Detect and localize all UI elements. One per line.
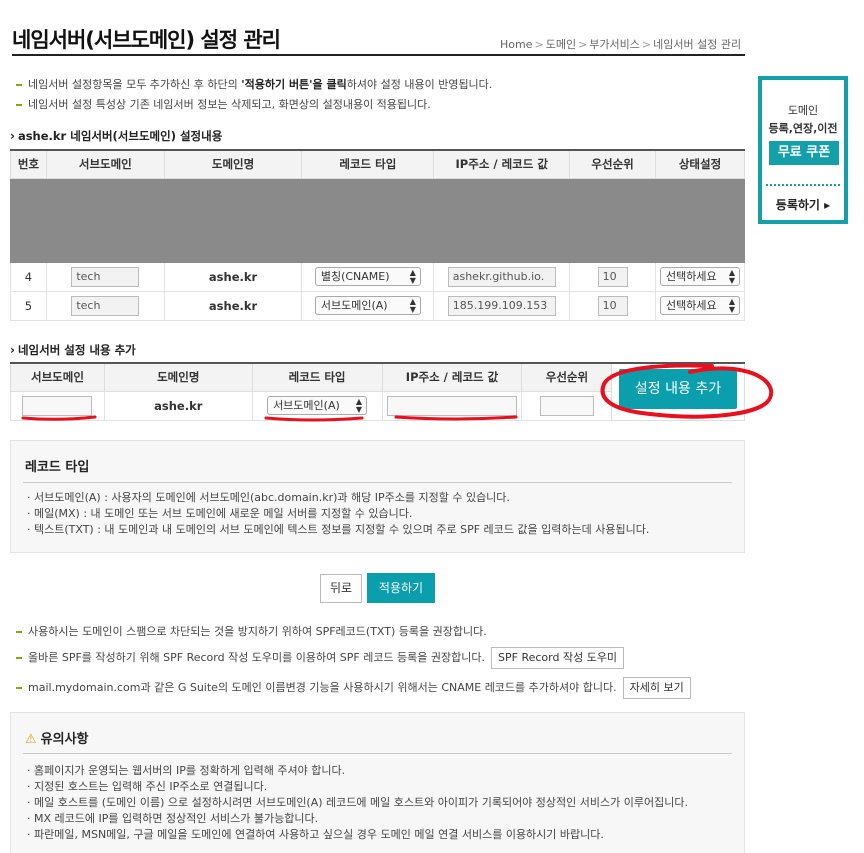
redacted-row — [10, 177, 745, 207]
redacted-row — [10, 233, 745, 263]
spf-helper-button[interactable]: SPF Record 작성 도우미 — [491, 647, 625, 669]
current-settings-heading: ashe.kr 네임서버(서브도메인) 설정내용 — [10, 128, 222, 144]
status-select[interactable]: 선택하세요 ▲ ▼ — [659, 267, 740, 286]
select-arrows-icon: ▲ ▼ — [409, 297, 416, 314]
select-arrows-icon: ▲ ▼ — [728, 297, 735, 314]
add-col-priority: 우선순위 — [521, 362, 613, 392]
coupon-line2: 등록,연장,이전 — [768, 122, 838, 135]
new-domain-name: ashe.kr — [103, 390, 253, 421]
notice-item: 네임서버 설정 특성상 기존 네임서버 정보는 삭제되고, 화면상의 설정내용이… — [16, 95, 492, 115]
breadcrumb-domain[interactable]: 도메인 — [546, 38, 576, 51]
breadcrumb-home[interactable]: Home — [500, 38, 532, 51]
domain-name: ashe.kr — [163, 290, 303, 321]
add-settings-heading: 네임서버 설정 내용 추가 — [10, 342, 136, 358]
table-row: 4 tech ashe.kr 별칭(CNAME) ▲ ▼ ashekr.github… — [10, 261, 746, 292]
coupon-register-link[interactable]: 등록하기 ▸ — [762, 196, 844, 213]
col-record-type: 레코드 타입 — [301, 149, 435, 179]
breadcrumb-current: 네임서버 설정 관리 — [653, 38, 742, 51]
new-priority-input[interactable] — [539, 395, 594, 416]
subdomain-input[interactable]: tech — [71, 266, 140, 287]
coupon-divider — [766, 184, 840, 186]
caution-item: · 파란메일, MSN메일, 구글 메일을 도메인에 연결하여 사용하고 싶으실… — [27, 828, 604, 841]
add-col-subdomain: 서브도메인 — [10, 362, 105, 392]
notice-item: 네임서버 설정항목을 모두 추가하신 후 하단의 '적용하기 버튼'을 클릭하셔… — [16, 75, 492, 95]
title-divider — [12, 54, 745, 56]
record-type-select[interactable]: 별칭(CNAME) ▲ ▼ — [314, 267, 421, 286]
col-priority: 우선순위 — [569, 149, 656, 179]
record-value-input[interactable]: 185.199.109.153 — [447, 295, 556, 316]
coupon-badge: 무료 쿠폰 — [769, 141, 839, 165]
record-value-input[interactable]: ashekr.github.io. — [447, 266, 556, 287]
add-col-record-value: IP주소 / 레코드 값 — [381, 362, 523, 392]
apply-button[interactable]: 적용하기 — [367, 573, 435, 603]
priority-input[interactable]: 10 — [597, 266, 628, 287]
domain-name: ashe.kr — [163, 261, 303, 292]
caution-item: · 메일 호스트를 (도메인 이름) 으로 설정하시려면 서브도메인(A) 레코… — [27, 796, 688, 809]
record-type-info-title: 레코드 타입 — [25, 460, 90, 475]
select-arrows-icon: ▲ ▼ — [728, 268, 735, 285]
details-button[interactable]: 자세히 보기 — [622, 677, 691, 699]
new-subdomain-input[interactable] — [22, 395, 93, 416]
caution-item: · 홈페이지가 운영되는 웹서버의 IP를 정확하게 입력해 주셔야 합니다. — [27, 764, 346, 777]
redacted-row — [10, 205, 745, 235]
tip-item: 올바른 SPF를 작성하기 위해 SPF Record 작성 도우미를 이용하여… — [16, 647, 691, 673]
info-item: · 서브도메인(A) : 사용자의 도메인에 서브도메인(abc.domain.… — [27, 491, 510, 504]
caution-box: ⚠ 유의사항 · 홈페이지가 운영되는 웹서버의 IP를 정확하게 입력해 주셔야… — [10, 712, 745, 853]
page-title: 네임서버(서브도메인) 설정 관리 — [12, 28, 281, 52]
row-number: 4 — [10, 261, 47, 292]
col-number: 번호 — [10, 149, 47, 179]
col-domain: 도메인명 — [163, 149, 303, 179]
notice-list: 네임서버 설정항목을 모두 추가하신 후 하단의 '적용하기 버튼'을 클릭하셔… — [16, 75, 492, 115]
tip-item: mail.mydomain.com과 같은 G Suite의 도메인 이름변경 … — [16, 677, 691, 703]
row-number: 5 — [10, 290, 47, 321]
breadcrumb-addon[interactable]: 부가서비스 — [589, 38, 640, 51]
priority-input[interactable]: 10 — [597, 295, 628, 316]
col-status: 상태설정 — [654, 149, 746, 179]
add-col-domain: 도메인명 — [103, 362, 253, 392]
chevron-right-icon: ▸ — [824, 198, 831, 212]
record-type-select[interactable]: 서브도메인(A) ▲ ▼ — [314, 296, 421, 315]
breadcrumb: Home > 도메인 > 부가서비스 > 네임서버 설정 관리 — [500, 38, 742, 51]
tip-item: 사용하시는 도메인이 스팸으로 차단되는 것을 방지하기 위하여 SPF레코드(… — [16, 621, 691, 647]
back-button[interactable]: 뒤로 — [320, 574, 362, 603]
warning-icon: ⚠ — [25, 732, 37, 747]
col-record-value: IP주소 / 레코드 값 — [433, 149, 571, 179]
caution-title: 유의사항 — [40, 732, 89, 747]
current-settings-table: 번호 서브도메인 도메인명 레코드 타입 IP주소 / 레코드 값 우선순위 상… — [10, 149, 746, 321]
info-item: · 텍스트(TXT) : 내 도메인과 내 도메인의 서브 도메인에 텍스트 정… — [27, 523, 650, 536]
tips-list: 사용하시는 도메인이 스팸으로 차단되는 것을 방지하기 위하여 SPF레코드(… — [16, 621, 691, 703]
status-select[interactable]: 선택하세요 ▲ ▼ — [659, 296, 740, 315]
table-row: 5 tech ashe.kr 서브도메인(A) ▲ ▼ 185.199.109.15… — [10, 290, 746, 321]
info-item: · 메일(MX) : 내 도메인 또는 서브 도메인에 새로운 메일 서버를 지… — [27, 507, 413, 520]
new-record-value-input[interactable] — [387, 395, 517, 416]
coupon-banner[interactable]: 도메인 등록,연장,이전 무료 쿠폰 등록하기 ▸ — [758, 76, 848, 224]
new-record-type-select[interactable]: 서브도메인(A) ▲ ▼ — [267, 396, 368, 415]
caution-item: · 지정된 호스트는 입력해 주신 IP주소로 연결됩니다. — [27, 780, 268, 793]
subdomain-input[interactable]: tech — [71, 295, 140, 316]
select-arrows-icon: ▲ ▼ — [355, 397, 363, 414]
caution-item: · MX 레코드에 IP를 입력하면 정상적인 서비스가 불가능합니다. — [27, 812, 319, 825]
add-setting-button[interactable]: 설정 내용 추가 — [619, 369, 737, 409]
record-type-info: 레코드 타입 · 서브도메인(A) : 사용자의 도메인에 서브도메인(abc.… — [10, 440, 745, 553]
add-col-record-type: 레코드 타입 — [251, 362, 383, 392]
coupon-line1: 도메인 — [787, 104, 819, 117]
select-arrows-icon: ▲ ▼ — [409, 268, 416, 285]
col-subdomain: 서브도메인 — [45, 149, 165, 179]
